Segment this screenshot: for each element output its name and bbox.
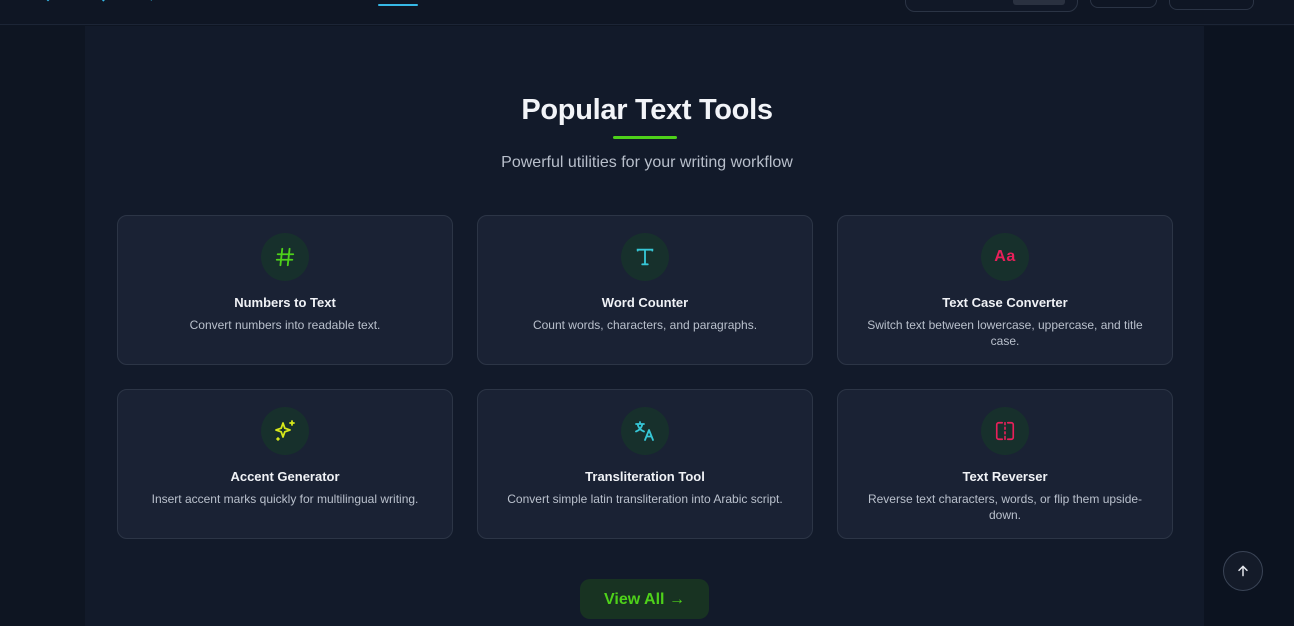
tool-card-title: Word Counter: [601, 295, 689, 310]
tool-card-description: Count words, characters, and paragraphs.: [532, 318, 758, 332]
tool-card-title: Accent Generator: [230, 469, 340, 484]
tool-card-description: Convert simple latin transliteration int…: [507, 492, 783, 506]
letter-t-icon: [621, 233, 669, 281]
text-case-icon: Aa: [981, 233, 1029, 281]
section-title: Popular Text Tools: [521, 94, 773, 126]
tool-card-title: Transliteration Tool: [585, 469, 705, 484]
tool-card-transliteration-tool[interactable]: Transliteration Tool Convert simple lati…: [477, 389, 813, 539]
arrow-up-icon: [1238, 565, 1248, 577]
tool-card-description: Reverse text characters, words, or flip …: [867, 492, 1143, 522]
tool-card-text-reverser[interactable]: Text Reverser Reverse text characters, w…: [837, 389, 1173, 539]
top-navbar: [0, 0, 1294, 25]
tool-card-description: Switch text between lowercase, uppercase…: [867, 318, 1143, 348]
section-subtitle: Powerful utilities for your writing work…: [501, 154, 793, 171]
tool-card-word-counter[interactable]: Word Counter Count words, characters, an…: [477, 215, 813, 365]
tool-card-accent-generator[interactable]: Accent Generator Insert accent marks qui…: [117, 389, 453, 539]
title-underline: [613, 136, 677, 139]
search-input[interactable]: [905, 0, 1078, 12]
translate-icon: [621, 407, 669, 455]
hash-icon: [261, 233, 309, 281]
login-button[interactable]: [1169, 0, 1254, 10]
tool-card-numbers-to-text[interactable]: Numbers to Text Convert numbers into rea…: [117, 215, 453, 365]
site-logo[interactable]: [44, 0, 154, 4]
tool-card-title: Text Case Converter: [942, 295, 1068, 310]
view-all-button[interactable]: View All →: [580, 579, 709, 619]
tool-card-text-case-converter[interactable]: Aa Text Case Converter Switch text betwe…: [837, 215, 1173, 365]
sparkles-icon: [261, 407, 309, 455]
flip-icon: [981, 407, 1029, 455]
nav-active-indicator: [378, 4, 418, 6]
tool-card-title: Text Reverser: [962, 469, 1048, 484]
tool-card-description: Convert numbers into readable text.: [189, 318, 381, 332]
text-case-icon-glyph: Aa: [994, 248, 1016, 265]
tool-card-title: Numbers to Text: [234, 295, 336, 310]
search-shortcut-badge: [1013, 0, 1065, 5]
scroll-to-top-button[interactable]: [1223, 551, 1263, 591]
theme-toggle-button[interactable]: [1090, 0, 1157, 8]
tool-card-description: Insert accent marks quickly for multilin…: [151, 492, 419, 506]
